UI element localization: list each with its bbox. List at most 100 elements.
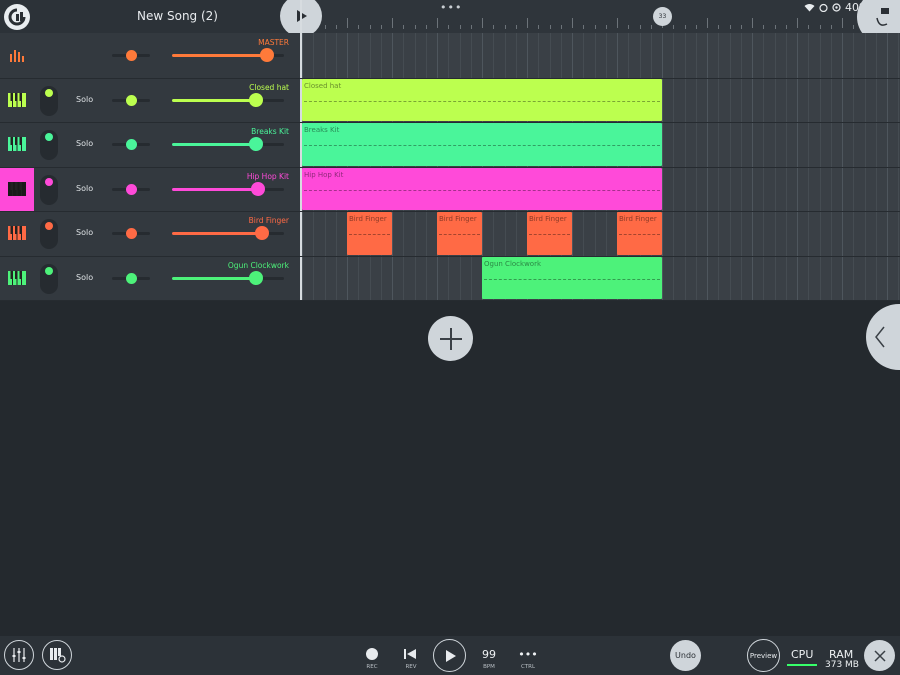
clip-notes bbox=[529, 234, 570, 236]
pan-slider[interactable] bbox=[112, 139, 150, 150]
timeline-tick bbox=[437, 18, 438, 28]
clip-label: Bird Finger bbox=[349, 215, 387, 223]
solo-button[interactable]: Solo bbox=[76, 184, 93, 193]
rewind-button[interactable] bbox=[402, 647, 418, 661]
undo-button[interactable]: Undo bbox=[670, 640, 701, 671]
pan-knob[interactable] bbox=[126, 139, 137, 150]
rev-label: REV bbox=[405, 664, 417, 670]
pan-knob[interactable] bbox=[126, 50, 137, 61]
timeline-tick bbox=[527, 18, 528, 28]
clip-label: Hip Hop Kit bbox=[304, 170, 344, 179]
close-button[interactable] bbox=[864, 640, 895, 671]
volume-knob[interactable] bbox=[255, 226, 269, 240]
timeline-tick bbox=[617, 18, 618, 28]
track-header[interactable]: MASTER bbox=[0, 33, 300, 77]
timeline-tick bbox=[853, 25, 855, 29]
pan-knob[interactable] bbox=[126, 272, 137, 284]
clip-notes bbox=[304, 145, 660, 147]
timeline-tick bbox=[673, 25, 675, 29]
mute-toggle[interactable] bbox=[40, 85, 58, 116]
track-instrument-button[interactable] bbox=[0, 122, 34, 166]
record-button[interactable] bbox=[366, 648, 378, 660]
row-separator bbox=[0, 300, 900, 301]
timeline-tick bbox=[358, 25, 360, 29]
mixer-icon bbox=[12, 648, 26, 662]
mute-led bbox=[45, 88, 53, 97]
track-header[interactable]: Solo Hip Hop Kit bbox=[0, 166, 300, 211]
pan-knob[interactable] bbox=[126, 228, 137, 239]
timeline-tick bbox=[583, 25, 585, 29]
timeline-tick bbox=[819, 25, 821, 29]
fl-logo-icon bbox=[8, 8, 26, 26]
volume-fill bbox=[172, 98, 256, 102]
volume-knob[interactable] bbox=[260, 48, 274, 62]
side-panel-toggle[interactable] bbox=[866, 304, 900, 370]
pan-slider[interactable] bbox=[112, 94, 150, 106]
track-instrument-button[interactable] bbox=[0, 33, 34, 77]
track-header[interactable]: Solo Closed hat bbox=[0, 78, 300, 122]
timeline-tick bbox=[324, 25, 326, 29]
track-name: Hip Hop Kit bbox=[246, 171, 289, 181]
solo-button[interactable]: Solo bbox=[76, 228, 93, 237]
instrument-settings-button[interactable] bbox=[42, 640, 72, 670]
preview-button[interactable]: Preview bbox=[747, 639, 780, 672]
pattern-clip[interactable]: Closed hat bbox=[302, 78, 662, 121]
solo-button[interactable]: Solo bbox=[76, 139, 93, 148]
volume-knob[interactable] bbox=[249, 92, 263, 107]
pan-slider[interactable] bbox=[112, 183, 150, 195]
volume-slider[interactable] bbox=[172, 226, 284, 240]
timeline-tick bbox=[369, 25, 371, 29]
play-button[interactable] bbox=[433, 639, 466, 672]
track-instrument-button[interactable] bbox=[0, 256, 34, 300]
volume-fill bbox=[172, 232, 262, 235]
bpm-value[interactable]: 99 bbox=[479, 648, 499, 661]
pattern-clip[interactable]: Breaks Kit bbox=[302, 123, 662, 166]
pan-slider[interactable] bbox=[112, 272, 150, 284]
mute-toggle[interactable] bbox=[40, 174, 58, 205]
volume-slider[interactable] bbox=[172, 181, 284, 196]
volume-slider[interactable] bbox=[172, 48, 284, 62]
volume-knob[interactable] bbox=[251, 181, 265, 196]
ctrl-button[interactable]: ••• bbox=[515, 648, 541, 661]
solo-button[interactable]: Solo bbox=[76, 95, 93, 104]
row-separator bbox=[0, 211, 900, 212]
pattern-clip[interactable]: Bird Finger bbox=[617, 212, 662, 255]
pan-knob[interactable] bbox=[126, 183, 137, 195]
volume-slider[interactable] bbox=[172, 92, 284, 107]
pattern-clip[interactable]: Bird Finger bbox=[347, 212, 392, 255]
track-header[interactable]: Solo Ogun Clockwork bbox=[0, 256, 300, 300]
pan-slider[interactable] bbox=[112, 50, 150, 61]
chevron-left-icon bbox=[875, 326, 885, 348]
volume-knob[interactable] bbox=[249, 270, 263, 285]
skip-back-icon bbox=[404, 649, 416, 659]
mute-toggle[interactable] bbox=[40, 130, 58, 160]
mute-toggle[interactable] bbox=[40, 219, 58, 249]
piano-keys-icon bbox=[8, 92, 26, 107]
track-instrument-button[interactable] bbox=[0, 166, 34, 211]
solo-button[interactable]: Solo bbox=[76, 273, 93, 282]
pattern-clip[interactable]: Bird Finger bbox=[527, 212, 572, 255]
pattern-clip[interactable]: Ogun Clockwork bbox=[482, 256, 662, 299]
playhead-marker[interactable]: 33 bbox=[653, 7, 672, 26]
app-menu-button[interactable] bbox=[4, 4, 30, 30]
track-header[interactable]: Solo Bird Finger bbox=[0, 211, 300, 255]
timeline-tick bbox=[695, 25, 697, 29]
mixer-button[interactable] bbox=[4, 640, 34, 670]
track-header[interactable]: Solo Breaks Kit bbox=[0, 122, 300, 166]
ram-value: 373 MB bbox=[825, 660, 859, 670]
pattern-clip[interactable]: Bird Finger bbox=[437, 212, 482, 255]
volume-knob[interactable] bbox=[249, 137, 263, 151]
clip-edge bbox=[302, 167, 662, 171]
add-track-button[interactable] bbox=[428, 316, 473, 361]
mute-toggle[interactable] bbox=[40, 263, 58, 294]
row-separator bbox=[0, 166, 900, 168]
song-title[interactable]: New Song (2) bbox=[137, 9, 218, 23]
volume-slider[interactable] bbox=[172, 137, 284, 151]
track-instrument-button[interactable] bbox=[0, 78, 34, 122]
pan-knob[interactable] bbox=[126, 94, 137, 106]
track-instrument-button[interactable] bbox=[0, 211, 34, 255]
volume-slider[interactable] bbox=[172, 270, 284, 285]
pan-slider[interactable] bbox=[112, 228, 150, 239]
pattern-clip[interactable]: Hip Hop Kit bbox=[302, 167, 662, 210]
top-menu-dots[interactable]: ••• bbox=[440, 1, 462, 14]
